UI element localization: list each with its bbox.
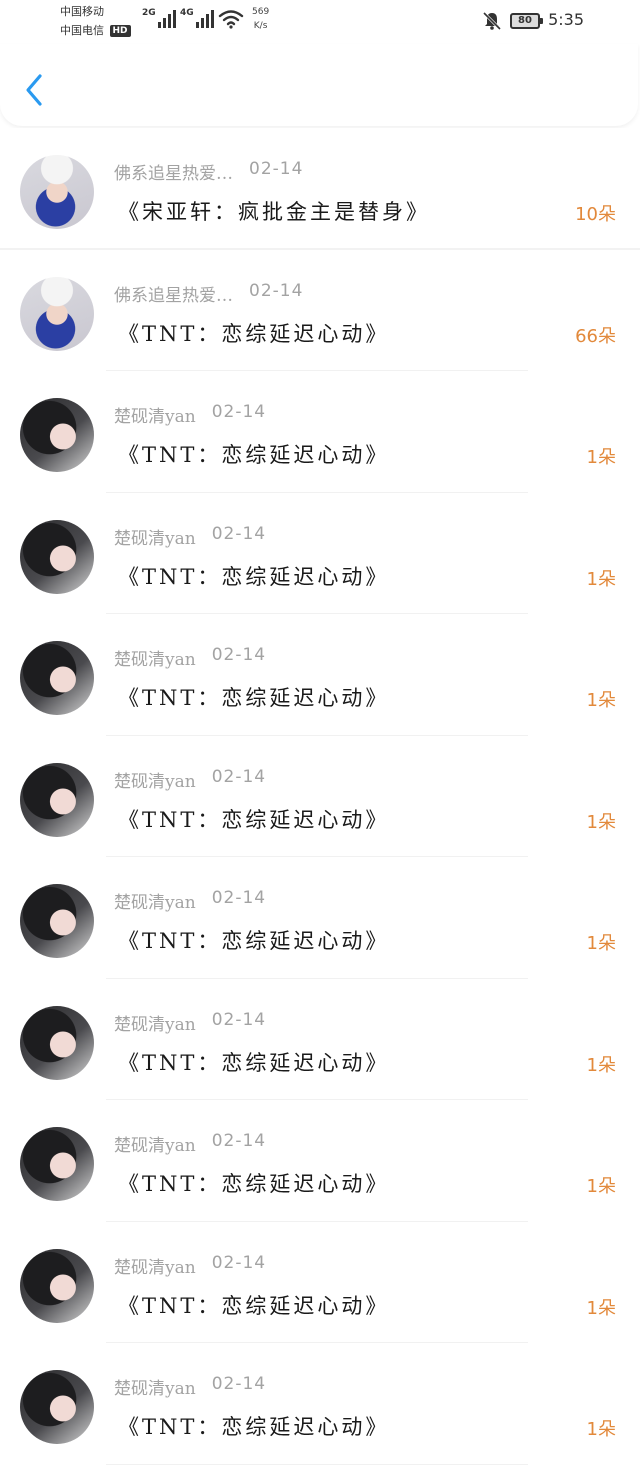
novel-title[interactable]: 《TNT：恋综延迟心动》 <box>118 682 389 712</box>
carrier-info: 中国移动 中国电信 HD <box>60 2 131 40</box>
date: 02-14 <box>249 280 304 301</box>
username: 楚砚清yan <box>114 1136 196 1156</box>
date: 02-14 <box>211 402 267 422</box>
flower-count: 1朵 <box>586 1297 616 1319</box>
avatar[interactable] <box>20 519 94 594</box>
novel-title[interactable]: 《TNT：恋综延迟心动》 <box>118 439 389 469</box>
item-meta: 楚砚清yan 02-14 <box>114 1010 266 1035</box>
avatar[interactable] <box>20 1248 94 1323</box>
avatar[interactable] <box>20 1370 94 1444</box>
novel-title[interactable]: 《TNT：恋综延迟心动》 <box>118 561 389 591</box>
flower-count: 1朵 <box>586 1176 616 1197</box>
flower-count: 1朵 <box>586 447 616 468</box>
flower-count: 1朵 <box>586 568 616 590</box>
date: 02-14 <box>211 888 267 908</box>
list-item[interactable]: 佛系追星热爱… 02-14 《TNT：恋综延迟心动》 66朵 <box>0 250 640 371</box>
novel-title[interactable]: 《TNT：恋综延迟心动》 <box>118 1047 389 1077</box>
flower-count: 1朵 <box>586 933 616 954</box>
item-meta: 楚砚清yan 02-14 <box>114 1374 266 1399</box>
item-meta: 楚砚清yan 02-14 <box>114 1131 266 1156</box>
avatar[interactable] <box>20 276 94 351</box>
avatar[interactable] <box>20 1127 94 1201</box>
status-bar: 中国移动 中国电信 HD 2G 4G 569 K/s 80 5:35 <box>0 0 640 44</box>
date: 02-14 <box>211 1374 267 1394</box>
avatar[interactable] <box>20 884 94 958</box>
username: 楚砚清yan <box>114 528 196 549</box>
chevron-left-icon <box>26 74 42 106</box>
username: 楚砚清yan <box>114 1014 196 1035</box>
date: 02-14 <box>211 1252 267 1273</box>
item-meta: 楚砚清yan 02-14 <box>114 767 266 792</box>
item-meta: 楚砚清yan 02-14 <box>114 524 266 549</box>
battery-level: 80 <box>518 15 532 26</box>
username: 楚砚清yan <box>114 893 196 913</box>
list-item[interactable]: 楚砚清yan 02-14 《TNT：恋综延迟心动》 1朵 <box>0 736 640 857</box>
list-item[interactable]: 楚砚清yan 02-14 《TNT：恋综延迟心动》 1朵 <box>0 857 640 979</box>
username: 楚砚清yan <box>114 407 196 427</box>
avatar[interactable] <box>20 398 94 472</box>
network-speed-unit: K/s <box>253 21 268 31</box>
wifi-icon <box>218 10 244 29</box>
list-item[interactable]: 楚砚清yan 02-14 《TNT：恋综延迟心动》 1朵 <box>0 979 640 1100</box>
list-item[interactable]: 楚砚清yan 02-14 《TNT：恋综延迟心动》 1朵 <box>0 493 640 614</box>
signal-2g-icon: 2G <box>142 8 176 28</box>
flower-count: 1朵 <box>586 690 616 711</box>
network-speed-value: 569 <box>252 7 270 17</box>
username: 楚砚清yan <box>114 771 196 792</box>
list-item[interactable]: 佛系追星热爱… 02-14 《宋亚轩：疯批金主是替身》 10朵 <box>0 128 640 250</box>
bell-muted-icon <box>482 11 502 31</box>
date: 02-14 <box>211 1009 267 1030</box>
username: 楚砚清yan <box>114 650 196 670</box>
item-meta: 佛系追星热爱… 02-14 <box>114 159 303 184</box>
list-item[interactable]: 楚砚清yan 02-14 《TNT：恋综延迟心动》 1朵 <box>0 1222 640 1343</box>
flower-count: 66朵 <box>575 325 616 347</box>
novel-title[interactable]: 《TNT：恋综延迟心动》 <box>118 318 389 348</box>
gift-list: 佛系追星热爱… 02-14 《宋亚轩：疯批金主是替身》 10朵 佛系追星热爱… … <box>0 128 640 1465</box>
back-button[interactable] <box>18 70 52 110</box>
list-item[interactable]: 楚砚清yan 02-14 《TNT：恋综延迟心动》 1朵 <box>0 1343 640 1465</box>
item-meta: 佛系追星热爱… 02-14 <box>114 281 303 306</box>
date: 02-14 <box>211 523 267 544</box>
carrier-2: 中国电信 <box>60 24 104 37</box>
item-meta: 楚砚清yan 02-14 <box>114 888 266 913</box>
novel-title[interactable]: 《TNT：恋综延迟心动》 <box>118 1290 389 1320</box>
date: 02-14 <box>211 1131 267 1151</box>
divider <box>106 1463 528 1465</box>
network-type-1: 2G <box>142 8 156 18</box>
flower-count: 1朵 <box>586 1419 616 1440</box>
username: 佛系追星热爱… <box>114 285 233 306</box>
signal-4g-icon: 4G <box>180 8 214 28</box>
item-meta: 楚砚清yan 02-14 <box>114 402 266 427</box>
flower-count: 10朵 <box>575 204 616 225</box>
date: 02-14 <box>211 645 267 665</box>
battery-icon: 80 <box>510 13 543 29</box>
network-type-2: 4G <box>180 8 194 18</box>
list-item[interactable]: 楚砚清yan 02-14 《TNT：恋综延迟心动》 1朵 <box>0 371 640 493</box>
avatar[interactable] <box>20 1005 94 1080</box>
hd-badge: HD <box>109 25 131 37</box>
item-meta: 楚砚清yan 02-14 <box>114 1253 266 1278</box>
clock: 5:35 <box>548 10 584 29</box>
novel-title[interactable]: 《TNT：恋综延迟心动》 <box>118 804 389 834</box>
avatar[interactable] <box>20 155 94 229</box>
novel-title[interactable]: 《宋亚轩：疯批金主是替身》 <box>118 196 430 226</box>
list-item[interactable]: 楚砚清yan 02-14 《TNT：恋综延迟心动》 1朵 <box>0 614 640 736</box>
novel-title[interactable]: 《TNT：恋综延迟心动》 <box>118 1168 389 1198</box>
novel-title[interactable]: 《TNT：恋综延迟心动》 <box>118 925 389 955</box>
network-speed: 569 K/s <box>252 5 269 33</box>
date: 02-14 <box>249 159 304 179</box>
date: 02-14 <box>211 766 267 787</box>
novel-title[interactable]: 《TNT：恋综延迟心动》 <box>118 1411 389 1441</box>
flower-count: 1朵 <box>586 1054 616 1076</box>
list-item[interactable]: 楚砚清yan 02-14 《TNT：恋综延迟心动》 1朵 <box>0 1100 640 1222</box>
flower-count: 1朵 <box>586 811 616 833</box>
username: 佛系追星热爱… <box>114 164 233 184</box>
username: 楚砚清yan <box>114 1257 196 1278</box>
username: 楚砚清yan <box>114 1379 196 1399</box>
item-meta: 楚砚清yan 02-14 <box>114 645 266 670</box>
avatar[interactable] <box>20 762 94 837</box>
carrier-1: 中国移动 <box>60 5 104 18</box>
avatar[interactable] <box>20 641 94 715</box>
nav-header <box>0 44 638 126</box>
